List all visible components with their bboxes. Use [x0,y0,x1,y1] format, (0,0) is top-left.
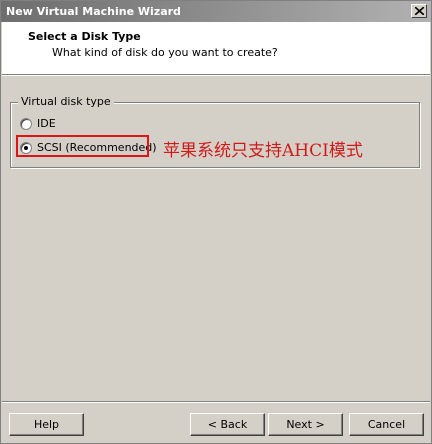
header-divider [2,75,430,76]
title-bar: New Virtual Machine Wizard [1,1,431,22]
back-button[interactable]: < Back [190,413,265,436]
radio-ide-label: IDE [37,117,56,130]
cancel-button[interactable]: Cancel [349,413,424,436]
footer-divider [2,401,430,403]
radio-ide[interactable] [20,117,32,130]
page-title: Select a Disk Type [28,30,141,43]
next-button[interactable]: Next > [268,413,343,436]
window-title: New Virtual Machine Wizard [6,5,181,18]
page-subtitle: What kind of disk do you want to create? [52,46,278,59]
close-icon [415,7,424,15]
annotation-note: 苹果系统只支持AHCI模式 [163,141,363,161]
annotation-highlight-box [16,135,149,157]
close-button[interactable] [411,4,427,18]
wizard-window: New Virtual Machine Wizard Select a Disk… [0,0,432,444]
help-button[interactable]: Help [9,413,84,436]
radio-ide-option[interactable]: IDE [20,117,56,130]
disk-type-group-label: Virtual disk type [18,95,114,108]
wizard-header: Select a Disk Type What kind of disk do … [2,22,430,75]
